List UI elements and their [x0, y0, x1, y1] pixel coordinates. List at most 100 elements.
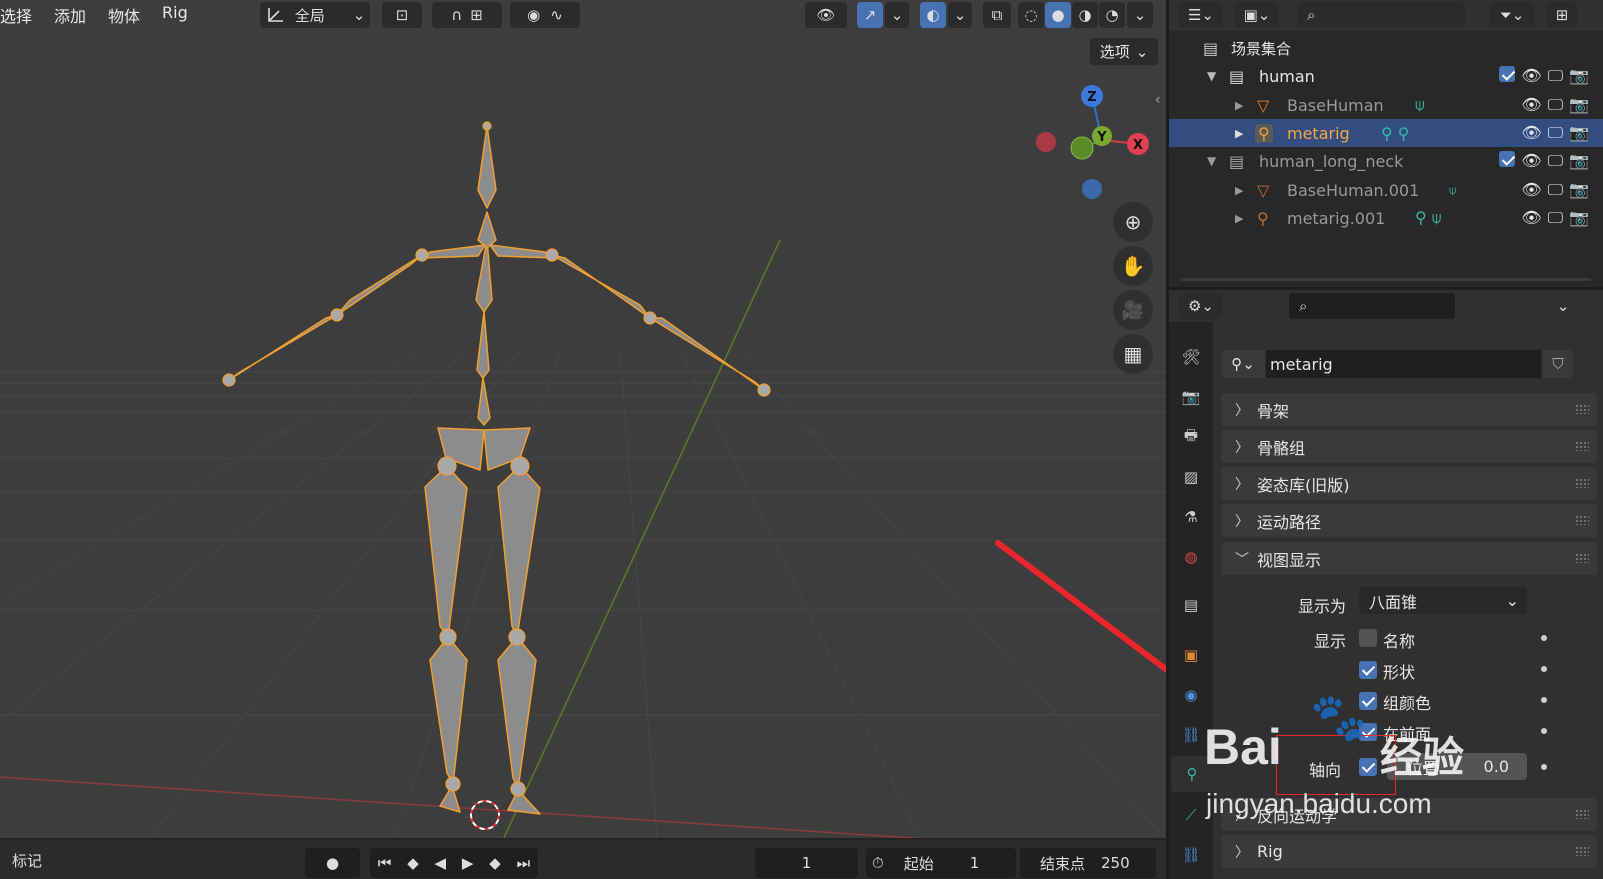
scene-collection-row[interactable]: ▤ 场景集合	[1169, 34, 1603, 62]
object-tab[interactable]: ▣	[1178, 642, 1204, 668]
camera-icon[interactable]: 📷	[1569, 123, 1589, 143]
drag-handle-icon[interactable]	[1575, 404, 1589, 414]
menu-add[interactable]: 添加	[54, 3, 98, 27]
new-collection-button[interactable]: ⊞	[1547, 2, 1577, 28]
eye-icon[interactable]: 👁	[1521, 180, 1541, 200]
expand-right-icon[interactable]: ▶	[1235, 127, 1243, 140]
output-tab[interactable]: 🖶	[1178, 424, 1204, 450]
scene-tab[interactable]: ⚗	[1178, 504, 1204, 530]
panel-viewport-display[interactable]: ﹀ 视图显示	[1221, 542, 1597, 575]
drag-handle-icon[interactable]	[1575, 809, 1589, 819]
editor-type-dropdown[interactable]: ⚙⌄	[1179, 293, 1223, 319]
gizmo-toggle[interactable]: ↗	[857, 2, 883, 28]
current-frame-field[interactable]: 1	[755, 848, 858, 878]
keyframe-record[interactable]: ●	[305, 848, 360, 878]
bone-constraints-tab[interactable]: ⛓	[1178, 842, 1204, 868]
display-mode-dropdown[interactable]: ☰⌄	[1179, 2, 1223, 28]
outliner-row-basehuman-001[interactable]: ▶ ▽ BaseHuman.001 ⍦ 👁 🖵 📷	[1169, 176, 1603, 204]
keyframe-dot[interactable]	[1541, 666, 1547, 672]
overlay-toggle[interactable]: ◐	[920, 2, 946, 28]
monitor-icon[interactable]: 🖵	[1548, 95, 1563, 115]
eye-icon[interactable]: 👁	[1521, 208, 1541, 228]
shapes-checkbox[interactable]	[1359, 661, 1377, 679]
physics-tab[interactable]: ◉	[1178, 682, 1204, 708]
pin-dropdown[interactable]: ⌄	[1543, 293, 1583, 319]
menu-object[interactable]: 物体	[108, 3, 152, 27]
world-tab[interactable]: ◍	[1178, 544, 1204, 570]
camera-icon[interactable]: 📷	[1569, 66, 1589, 86]
tool-tab[interactable]: 🛠	[1178, 344, 1204, 370]
outliner-row-basehuman[interactable]: ▶ ▽ BaseHuman ⍦ 👁 🖵 📷	[1169, 91, 1603, 119]
properties-search-input[interactable]: ⌕	[1289, 293, 1455, 319]
datablock-browse[interactable]: ⚲⌄	[1221, 350, 1265, 378]
monitor-icon[interactable]: 🖵	[1548, 123, 1563, 143]
transform-orientation-dropdown[interactable]: 全局 ⌄	[260, 2, 370, 28]
options-dropdown[interactable]: 选项 ⌄	[1090, 38, 1158, 65]
navigation-gizmo[interactable]: Z Y X	[1030, 80, 1160, 210]
jump-end-icon[interactable]: ⏭	[517, 854, 531, 872]
constraints-tab[interactable]: ⛓	[1178, 722, 1204, 748]
names-checkbox[interactable]	[1359, 629, 1377, 647]
outliner-row-human[interactable]: ▼ ▤ human 👁 🖵 📷	[1169, 62, 1603, 90]
expand-right-icon[interactable]: ▶	[1235, 99, 1243, 112]
keyframe-dot[interactable]	[1541, 697, 1547, 703]
monitor-icon[interactable]: 🖵	[1548, 151, 1563, 171]
camera-view-button[interactable]: 🎥	[1113, 290, 1153, 330]
bone-tab[interactable]: ⟋	[1178, 802, 1204, 828]
filter-dropdown[interactable]: ⏷⌄	[1489, 2, 1535, 28]
markers-label[interactable]: 标记	[12, 850, 42, 871]
shading-wireframe[interactable]: ◌	[1018, 2, 1044, 28]
outliner-search-input[interactable]: ⌕	[1297, 2, 1465, 28]
keyframe-dot[interactable]	[1541, 764, 1547, 770]
eye-icon[interactable]: 👁	[1521, 66, 1541, 86]
jump-start-icon[interactable]: ⏮	[378, 854, 392, 872]
pan-button[interactable]: ✋	[1113, 246, 1153, 286]
panel-rig[interactable]: 〉 Rig	[1221, 835, 1597, 868]
monitor-icon[interactable]: 🖵	[1548, 180, 1563, 200]
monitor-icon[interactable]: 🖵	[1548, 208, 1563, 228]
fake-user-button[interactable]: ⛉	[1543, 350, 1573, 378]
shading-solid[interactable]: ●	[1045, 2, 1071, 28]
outliner-scrollbar[interactable]	[1181, 278, 1591, 281]
end-frame-field[interactable]: 结束点 250	[1020, 848, 1156, 878]
monitor-icon[interactable]: 🖵	[1548, 66, 1563, 86]
camera-icon[interactable]: 📷	[1569, 180, 1589, 200]
overlay-dropdown[interactable]: ⌄	[948, 2, 972, 28]
keyframe-dot[interactable]	[1541, 635, 1547, 641]
filter-view-dropdown[interactable]: ▣⌄	[1235, 2, 1279, 28]
display-as-dropdown[interactable]: 八面锥 ⌄	[1359, 587, 1527, 614]
panel-motion-paths[interactable]: 〉运动路径	[1221, 504, 1597, 537]
camera-icon[interactable]: 📷	[1569, 151, 1589, 171]
perspective-toggle-button[interactable]: ▦	[1113, 334, 1153, 374]
3d-viewport[interactable]: 选择 添加 物体 Rig 全局 ⌄ ⊡ ∩ ⊞ ◉ ∿ 👁 ↗ ⌄ ◐ ⌄ ⧉ …	[0, 0, 1166, 879]
camera-icon[interactable]: 📷	[1569, 95, 1589, 115]
gizmo-dropdown[interactable]: ⌄	[885, 2, 909, 28]
group-colors-checkbox[interactable]	[1359, 692, 1377, 710]
outliner-row-human-long-neck[interactable]: ▼ ▤ human_long_neck 👁 🖵 📷	[1169, 147, 1603, 175]
expand-right-icon[interactable]: ▶	[1235, 184, 1243, 197]
play-reverse-icon[interactable]: ◀	[435, 854, 447, 872]
collection-tab[interactable]: ▤	[1178, 592, 1204, 618]
eye-icon[interactable]: 👁	[1521, 95, 1541, 115]
pivot-dropdown[interactable]: ⊡	[382, 2, 422, 28]
xray-toggle[interactable]: ⧉	[983, 2, 1011, 28]
panel-inverse-kinematics[interactable]: 〉反向运动学	[1221, 798, 1597, 831]
view-layer-tab[interactable]: ▨	[1178, 464, 1204, 490]
next-keyframe-icon[interactable]: ◆	[489, 854, 501, 872]
axes-position-slider[interactable]: 位置 0.0	[1387, 753, 1527, 780]
proportional-editing[interactable]: ◉ ∿	[510, 2, 580, 28]
exclude-checkbox[interactable]	[1499, 66, 1516, 82]
shading-rendered[interactable]: ◔	[1099, 2, 1125, 28]
snapping-dropdown[interactable]: ∩ ⊞	[432, 2, 502, 28]
panel-skeleton[interactable]: 〉骨架	[1221, 393, 1597, 426]
expand-right-icon[interactable]: ▶	[1235, 212, 1243, 225]
eye-icon[interactable]: 👁	[1521, 123, 1541, 143]
drag-handle-icon[interactable]	[1575, 515, 1589, 525]
armature-data-tab[interactable]: ⚲	[1171, 756, 1213, 792]
drag-handle-icon[interactable]	[1575, 441, 1589, 451]
visibility-dropdown[interactable]: 👁	[805, 2, 847, 28]
drag-handle-icon[interactable]	[1575, 846, 1589, 856]
start-frame-field[interactable]: ⏱ 起始 1	[866, 848, 1016, 878]
panel-bone-groups[interactable]: 〉骨骼组	[1221, 430, 1597, 463]
camera-icon[interactable]: 📷	[1569, 208, 1589, 228]
